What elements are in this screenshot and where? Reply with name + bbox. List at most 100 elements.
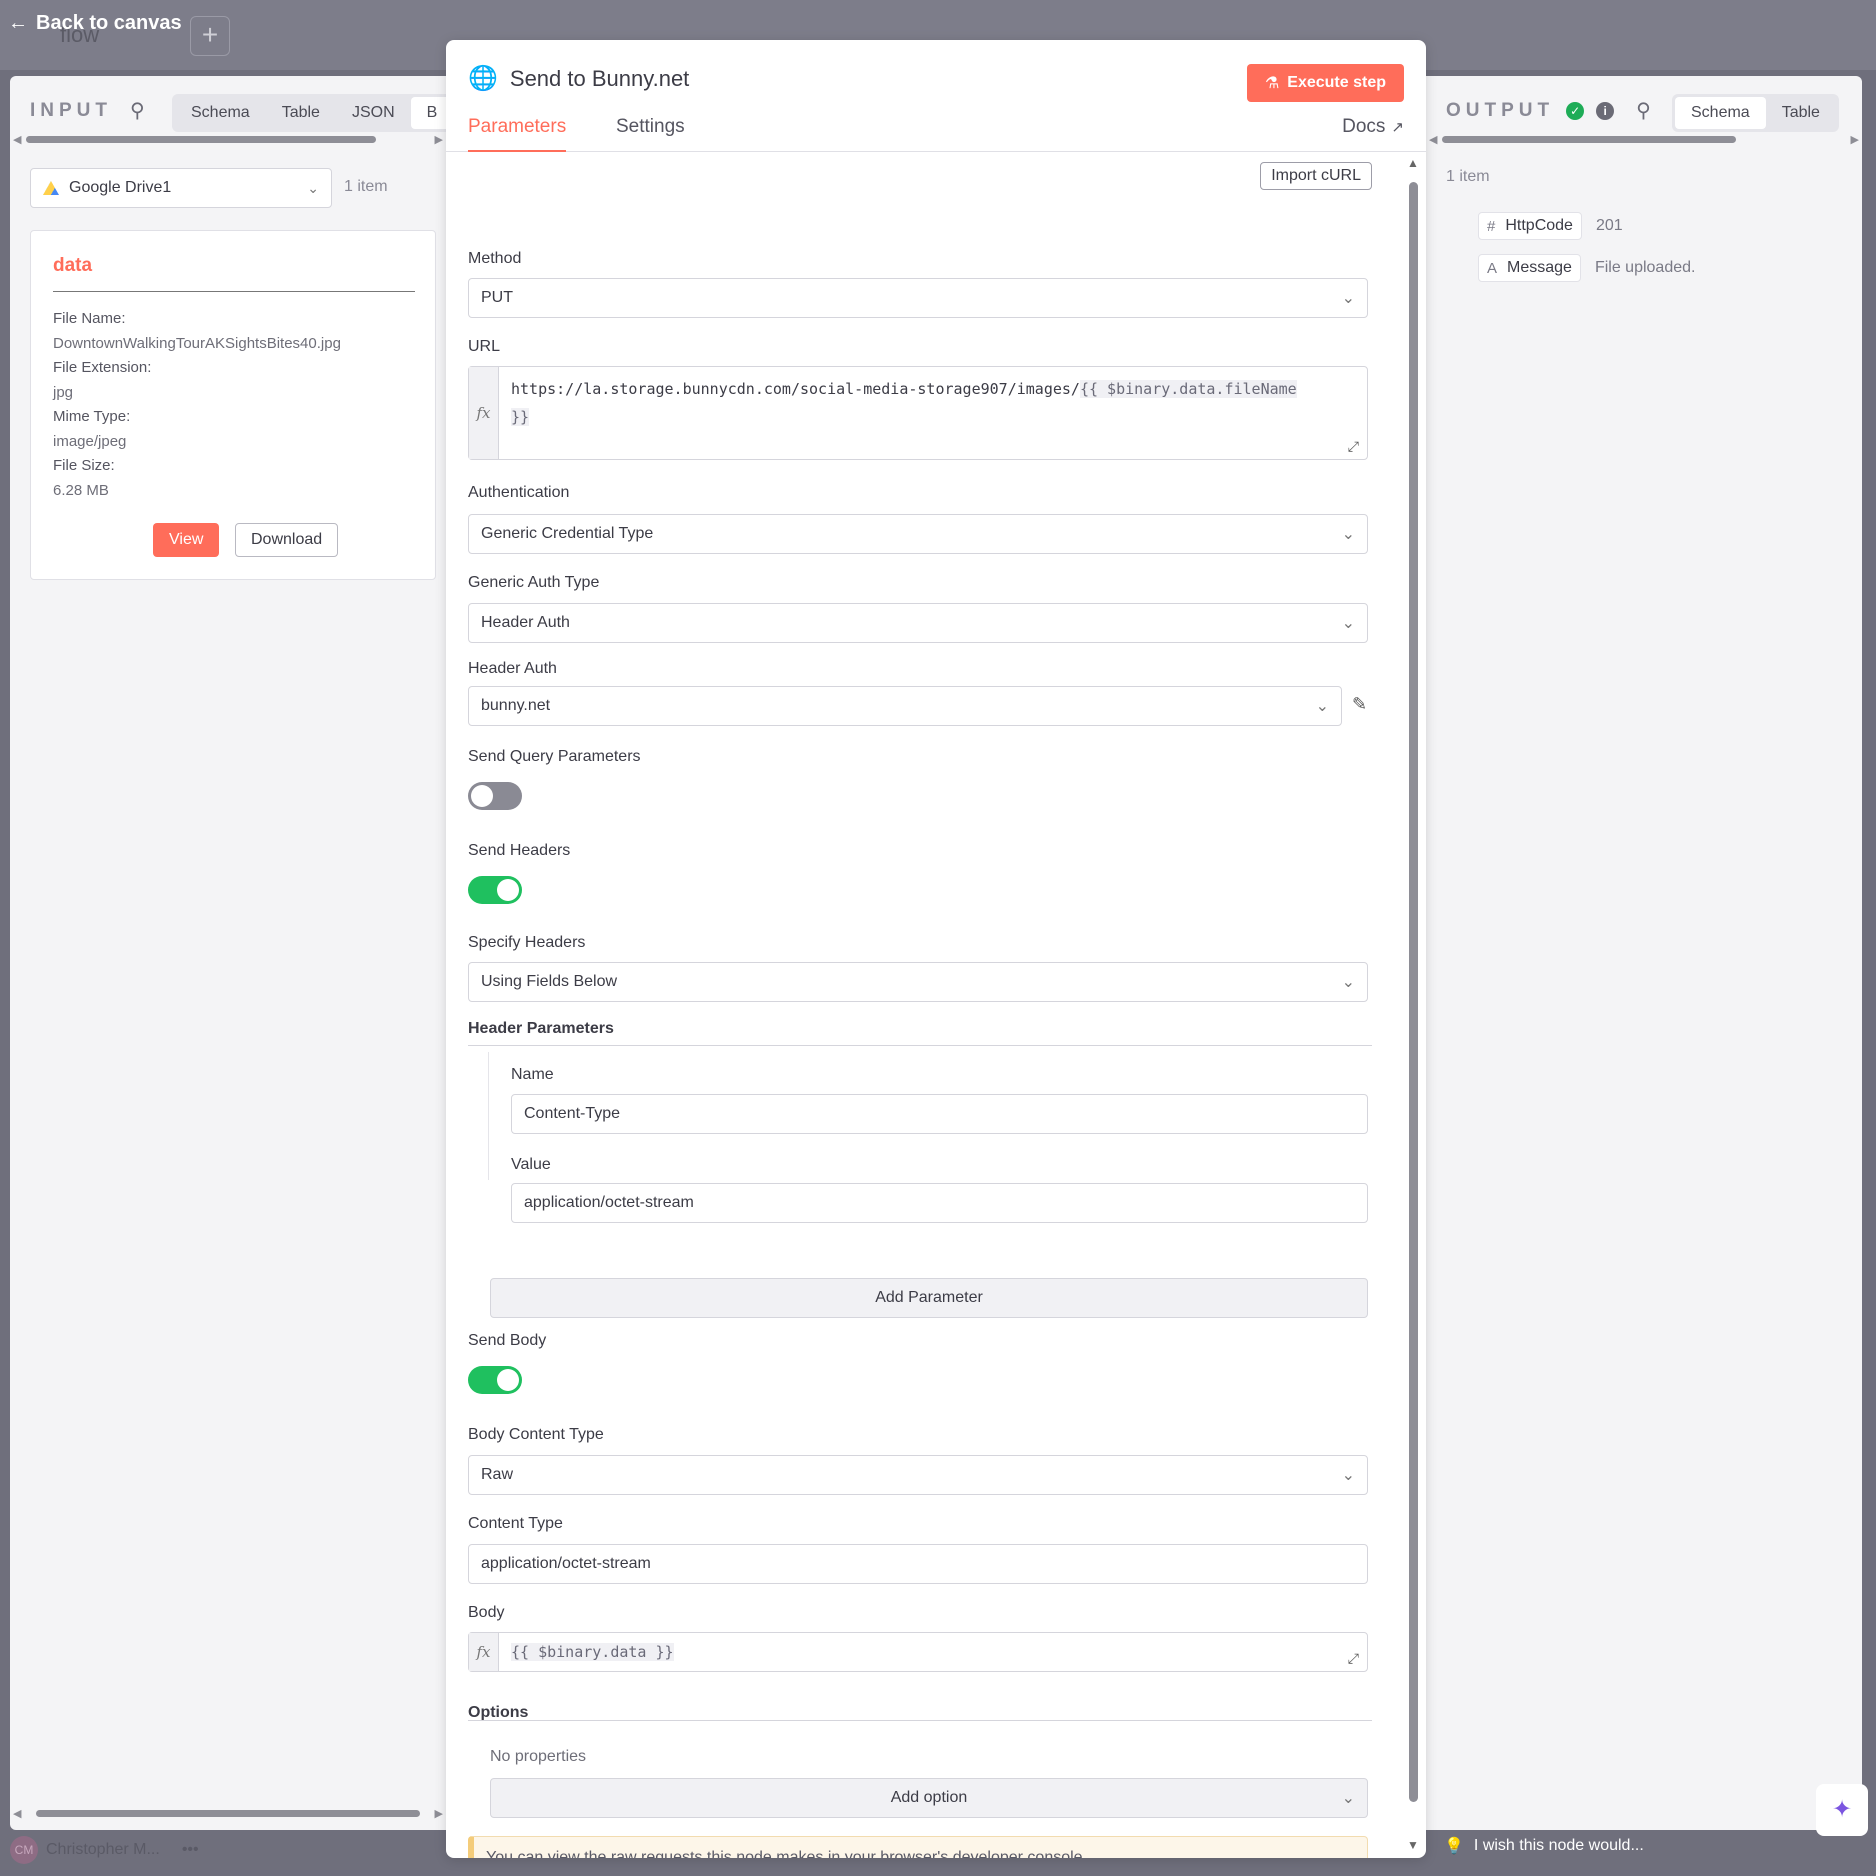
scroll-up-icon[interactable]: ▲ [1407,156,1419,170]
body-template: {{ $binary.data }} [511,1643,674,1661]
scroll-right-icon[interactable]: ▶ [435,1807,443,1820]
header-auth-label: Header Auth [468,660,557,677]
content-type-value: application/octet-stream [481,1555,651,1572]
pencil-icon[interactable]: ✎ [1352,694,1367,715]
developer-console-notice: You can view the raw requests this node … [468,1836,1368,1858]
more-icon[interactable]: ••• [182,1841,199,1859]
scroll-down-icon[interactable]: ▼ [1407,1838,1419,1852]
send-headers-toggle[interactable] [468,876,522,904]
scroll-left-icon[interactable]: ◀ [1429,133,1437,146]
scroll-right-icon[interactable]: ▶ [435,133,443,146]
user-bar[interactable]: CM Christopher M... ••• [0,1836,199,1864]
schema-key-pill[interactable]: # HttpCode [1478,212,1582,240]
scroll-thumb[interactable] [1442,136,1736,143]
tab-schema[interactable]: Schema [175,97,266,129]
import-curl-button[interactable]: Import cURL [1260,162,1372,190]
header-parameters-label: Header Parameters [468,1020,614,1037]
content-type-input[interactable]: application/octet-stream [468,1544,1368,1584]
add-option-button[interactable]: Add option ⌄ [490,1778,1368,1818]
tab-json[interactable]: JSON [336,97,411,129]
tab-table[interactable]: Table [1766,97,1836,129]
tab-parameters[interactable]: Parameters [468,116,567,152]
google-drive-icon [43,181,59,195]
method-select[interactable]: PUT ⌄ [468,278,1368,318]
node-title[interactable]: Send to Bunny.net [510,66,689,92]
chevron-down-icon: ⌄ [1341,290,1355,307]
send-body-toggle[interactable] [468,1366,522,1394]
body-content-type-select[interactable]: Raw ⌄ [468,1455,1368,1495]
ai-assistant-button[interactable]: ✦ [1816,1784,1868,1836]
output-tabs-scrollbar[interactable]: ◀ ▶ [1426,132,1862,146]
authentication-select[interactable]: Generic Credential Type ⌄ [468,514,1368,554]
header-auth-select[interactable]: bunny.net ⌄ [468,686,1342,726]
scroll-left-icon[interactable]: ◀ [13,133,21,146]
authentication-label: Authentication [468,484,570,501]
add-parameter-button[interactable]: Add Parameter [490,1278,1368,1318]
flask-icon: ⚗ [1264,75,1280,92]
docs-label: Docs [1342,116,1386,137]
schema-key-pill[interactable]: A Message [1478,254,1581,282]
output-panel: OUTPUT ✓ i ⚲ Schema Table ◀ ▶ 1 item # H… [1426,76,1862,1830]
docs-link[interactable]: Docs ↗ [1342,116,1404,138]
info-icon[interactable]: i [1596,101,1615,120]
specify-headers-select[interactable]: Using Fields Below ⌄ [468,962,1368,1002]
tab-schema[interactable]: Schema [1675,97,1766,129]
execute-step-button[interactable]: ⚗ Execute step [1246,64,1404,102]
body-expression-field[interactable]: fx {{ $binary.data }} ⤢ [468,1632,1368,1672]
chevron-down-icon: ⌄ [1341,615,1355,632]
input-node-select[interactable]: Google Drive1 ⌄ [30,168,332,208]
view-button[interactable]: View [153,523,220,557]
feedback-link[interactable]: 💡 I wish this node would... [1444,1836,1644,1856]
input-bottom-scrollbar[interactable]: ◀ ▶ [10,1806,446,1820]
download-button[interactable]: Download [235,523,339,557]
scroll-thumb[interactable] [1409,182,1418,1802]
generic-auth-type-select[interactable]: Header Auth ⌄ [468,603,1368,643]
chevron-down-icon: ⌄ [307,179,319,196]
header-name-value: Content-Type [524,1105,621,1122]
body-content-type-value: Raw [481,1466,514,1483]
tab-settings[interactable]: Settings [616,116,685,150]
file-name-label: File Name: [53,310,126,327]
expand-icon[interactable]: ⤢ [1348,438,1359,455]
input-panel: INPUT ⚲ Schema Table JSON B ◀ ▶ Google D… [10,76,457,1830]
method-value: PUT [481,289,513,306]
schema-key: Message [1507,259,1572,276]
input-node-name: Google Drive1 [69,179,172,196]
url-prefix: https://la.storage.bunnycdn.com/social-m… [511,380,1080,398]
body-label: Body [468,1604,505,1621]
header-name-label: Name [511,1066,554,1083]
scroll-left-icon[interactable]: ◀ [13,1807,21,1820]
back-to-canvas-button[interactable]: ← Back to canvas [8,12,182,35]
chevron-down-icon: ⌄ [1341,974,1355,991]
output-panel-title: OUTPUT [1446,99,1555,121]
scroll-thumb[interactable] [26,136,376,143]
feedback-label: I wish this node would... [1473,1837,1644,1854]
mime-type-value: image/jpeg [53,432,127,450]
header-value-input[interactable]: application/octet-stream [511,1183,1368,1223]
dialog-title: 🌐 Send to Bunny.net [468,64,689,93]
scroll-thumb[interactable] [36,1810,420,1817]
input-tabs-scrollbar[interactable]: ◀ ▶ [10,132,446,146]
check-circle-icon: ✓ [1566,101,1585,120]
output-view-tabs: Schema Table [1672,94,1839,132]
dialog-header: 🌐 Send to Bunny.net ⚗ Execute step Param… [446,40,1426,152]
file-extension-value: jpg [53,383,74,401]
fx-icon: fx [469,367,499,459]
dialog-scrollbar[interactable]: ▲ ▼ [1406,152,1420,1856]
search-icon[interactable]: ⚲ [130,98,145,123]
scroll-right-icon[interactable]: ▶ [1851,133,1859,146]
external-link-icon: ↗ [1391,119,1404,136]
input-item-count: 1 item [344,178,388,195]
header-name-input[interactable]: Content-Type [511,1094,1368,1134]
toggle-knob [497,1369,519,1391]
send-query-toggle[interactable] [468,782,522,810]
tab-table[interactable]: Table [266,97,336,129]
url-expression-field[interactable]: fx https://la.storage.bunnycdn.com/socia… [468,366,1368,460]
number-type-icon: # [1487,217,1496,235]
url-label: URL [468,338,501,355]
fx-icon: fx [469,1633,499,1671]
add-node-button[interactable]: + [190,16,230,56]
expand-icon[interactable]: ⤢ [1348,1650,1359,1667]
search-icon[interactable]: ⚲ [1636,98,1651,123]
node-details-dialog: 🌐 Send to Bunny.net ⚗ Execute step Param… [446,40,1426,1858]
